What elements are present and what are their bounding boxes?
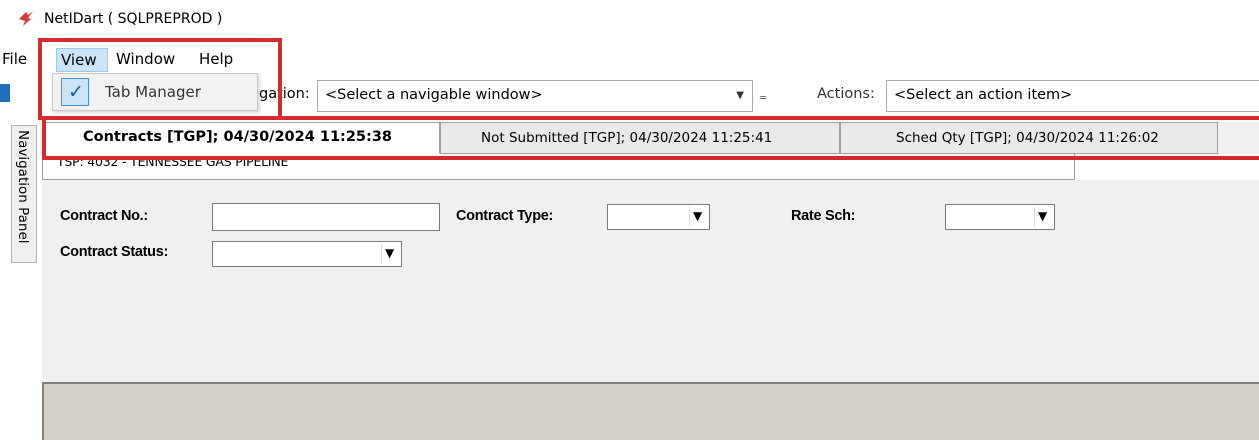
- contract-type-select[interactable]: ▼: [607, 204, 710, 230]
- chevron-down-icon: ▼: [1034, 207, 1052, 227]
- tab-contracts[interactable]: Contracts [TGP]; 04/30/2024 11:25:38: [42, 122, 440, 154]
- navigation-panel-tab[interactable]: Navigation Panel: [11, 125, 37, 263]
- contract-status-select[interactable]: ▼: [212, 241, 402, 267]
- tab-not-submitted[interactable]: Not Submitted [TGP]; 04/30/2024 11:25:41: [440, 122, 840, 154]
- results-panel: [42, 382, 1259, 440]
- tab-label: Contracts [TGP]; 04/30/2024 11:25:38: [83, 129, 393, 145]
- tsp-text: TSP: 4032 - TENNESSEE GAS PIPELINE: [57, 154, 289, 169]
- navigation-panel-label: Navigation Panel: [15, 130, 31, 244]
- actions-select[interactable]: <Select an action item>: [886, 80, 1259, 112]
- rate-sch-label: Rate Sch:: [791, 208, 856, 224]
- window-title: NetIDart ( SQLPREPROD ): [44, 11, 223, 27]
- view-dropdown-menu: ✓ Tab Manager: [52, 73, 258, 111]
- contract-no-label: Contract No.:: [60, 208, 148, 224]
- menu-help[interactable]: Help: [199, 50, 233, 68]
- menu-view[interactable]: View: [56, 48, 108, 72]
- search-form: Contract No.: Contract Type: ▼ Rate Sch:…: [42, 180, 1259, 382]
- actions-select-value: <Select an action item>: [894, 87, 1073, 103]
- contract-type-label: Contract Type:: [456, 208, 554, 224]
- contract-status-label: Contract Status:: [60, 244, 168, 260]
- rate-sch-select[interactable]: ▼: [945, 204, 1055, 230]
- tab-label: Sched Qty [TGP]; 04/30/2024 11:26:02: [896, 130, 1159, 146]
- menu-window[interactable]: Window: [116, 50, 175, 68]
- navigation-select-value: <Select a navigable window>: [325, 87, 543, 103]
- tsp-bar: TSP: 4032 - TENNESSEE GAS PIPELINE: [42, 154, 1075, 180]
- chevron-down-icon: ▼: [381, 244, 399, 264]
- chevron-down-icon: ▼: [736, 90, 744, 101]
- actions-label: Actions:: [817, 86, 875, 102]
- contract-no-input[interactable]: [212, 203, 440, 231]
- menu-view-label: View: [61, 51, 97, 69]
- tab-label: Not Submitted [TGP]; 04/30/2024 11:25:41: [481, 130, 773, 146]
- navigation-label: gation:: [259, 86, 310, 102]
- check-icon: ✓: [61, 78, 89, 106]
- pin-icon[interactable]: ═: [760, 93, 766, 104]
- title-bar: NetIDart ( SQLPREPROD ): [0, 0, 1259, 38]
- tab-sched-qty[interactable]: Sched Qty [TGP]; 04/30/2024 11:26:02: [840, 122, 1218, 154]
- save-icon[interactable]: [0, 84, 10, 102]
- menu-file[interactable]: File: [2, 50, 27, 68]
- menu-item-tab-manager[interactable]: Tab Manager: [105, 83, 201, 101]
- menu-bar: File View Window Help: [0, 44, 1259, 74]
- lightning-bolt-icon: [19, 11, 33, 26]
- chevron-down-icon: ▼: [689, 207, 707, 227]
- navigation-select[interactable]: <Select a navigable window> ▼: [317, 80, 753, 112]
